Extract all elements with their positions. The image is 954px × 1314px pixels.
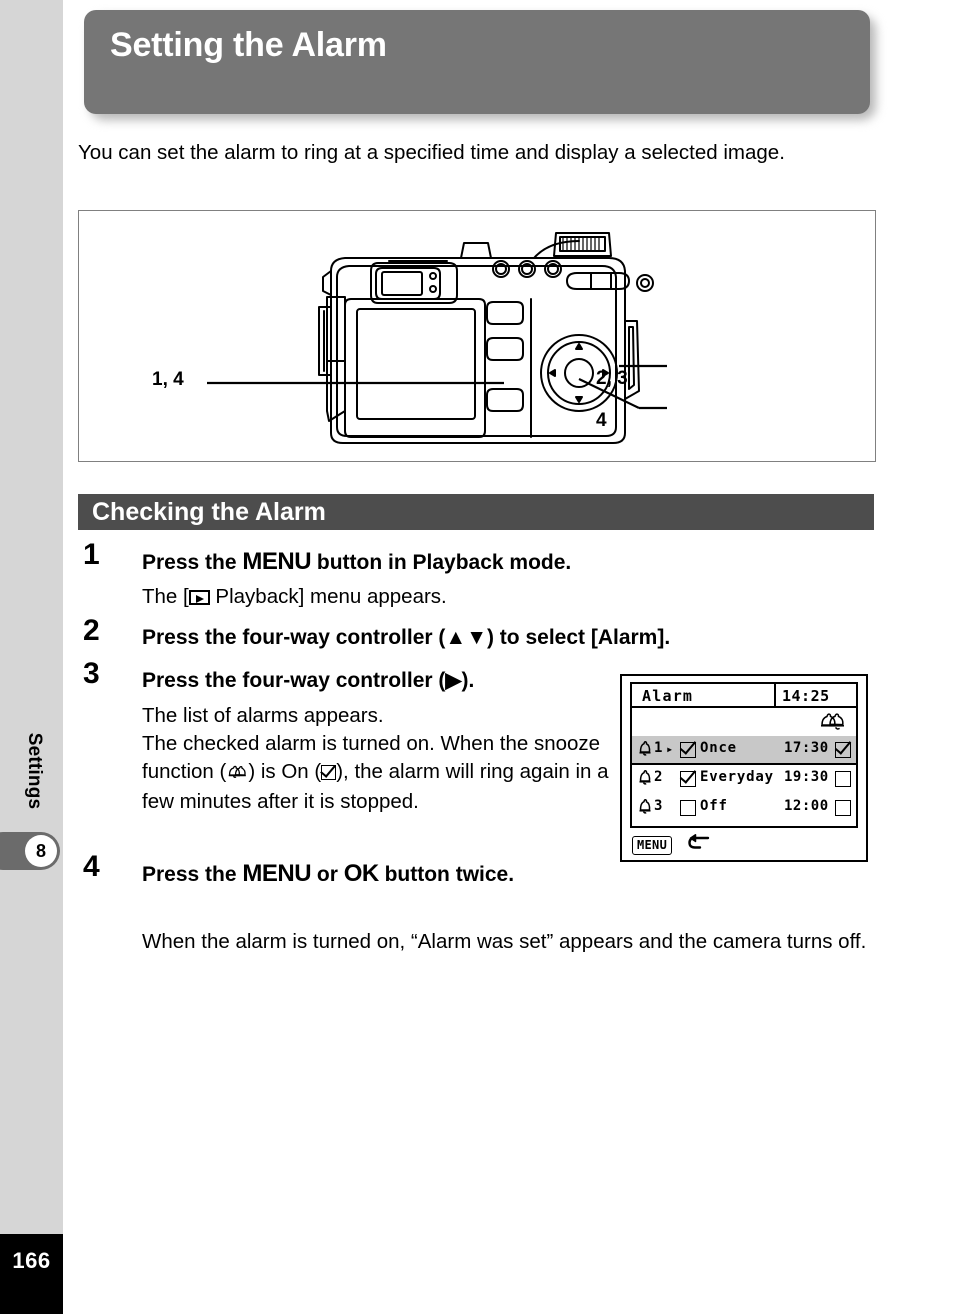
menu-button-label: MENU	[242, 548, 312, 575]
chapter-tab: 8	[0, 832, 60, 870]
alarm-list-panel: 1 ▸ Once 17:30 2 Everyday 19:30 3 Off 12…	[630, 706, 858, 828]
alarm-mode-label: Off	[700, 798, 728, 814]
alarm-row[interactable]: 3 Off 12:00	[632, 794, 856, 821]
step-4-heading-pre: Press the	[142, 863, 243, 886]
alarm-snooze-checkbox[interactable]	[835, 742, 851, 762]
checked-box-icon	[321, 765, 337, 780]
alarm-screen-titlebar: Alarm 14:25	[630, 682, 858, 708]
step-1-body: The [ Playback] menu appears.	[142, 583, 447, 611]
callout-4: 4	[596, 410, 607, 431]
step-1-heading-pre: Press the	[142, 551, 243, 574]
alarm-mode-label: Once	[700, 740, 737, 756]
alarm-time: 19:30	[784, 769, 829, 785]
alarm-row-index: 2	[654, 769, 663, 785]
chapter-sidebar: Settings 8	[0, 0, 63, 1234]
step-2-heading: Press the four-way controller (▲▼) to se…	[142, 626, 671, 649]
alarm-enabled-checkbox[interactable]	[680, 800, 696, 820]
menu-button-chip[interactable]: MENU	[632, 835, 673, 855]
alarm-row-index: 3	[654, 798, 663, 814]
alarm-screen-title: Alarm	[642, 687, 694, 705]
step-4-heading: Press the MENU or OK button twice.	[142, 857, 572, 892]
step-1-body-post: Playback] menu appears.	[209, 585, 447, 608]
step-4-number: 4	[83, 850, 100, 883]
alarm-enabled-checkbox[interactable]	[680, 742, 696, 762]
alarm-time: 17:30	[784, 740, 829, 756]
snooze-column-header-icon	[818, 711, 848, 737]
step-2-number: 2	[83, 614, 100, 647]
step-1-heading-post: button in Playback mode.	[311, 551, 572, 574]
step-1-number: 1	[83, 538, 100, 571]
camera-figure-box	[78, 210, 876, 462]
snooze-bells-icon	[226, 760, 248, 788]
step-3-number: 3	[83, 657, 100, 690]
step-3-body: The list of alarms appears. The checked …	[142, 702, 612, 816]
alarm-clock-tab: 14:25	[776, 682, 858, 708]
alarm-enabled-checkbox[interactable]	[680, 771, 696, 791]
section-header-title: Checking the Alarm	[92, 498, 326, 526]
ok-button-label: OK	[343, 860, 380, 887]
selection-marker-icon: ▸	[666, 742, 674, 756]
page-number-block: 166	[0, 1234, 63, 1314]
step-3-body-line2-b: ) is On (	[248, 760, 322, 783]
playback-icon	[188, 590, 210, 605]
bell-icon	[638, 769, 652, 790]
page-title: Setting the Alarm	[110, 26, 387, 64]
alarm-current-time: 14:25	[782, 687, 830, 705]
step-4-body: When the alarm is turned on, “Alarm was …	[142, 930, 867, 953]
alarm-row[interactable]: 2 Everyday 19:30	[632, 765, 856, 792]
step-3-heading: Press the four-way controller (▶).	[142, 669, 475, 692]
menu-button-label: MENU	[242, 860, 312, 887]
step-3-body-line1: The list of alarms appears.	[142, 704, 384, 727]
step-1-body-pre: The [	[142, 585, 189, 608]
alarm-snooze-checkbox[interactable]	[835, 771, 851, 791]
bell-icon	[638, 740, 652, 761]
alarm-row[interactable]: 1 ▸ Once 17:30	[632, 736, 856, 765]
alarm-title-tab: Alarm	[630, 682, 776, 708]
alarm-mode-label: Everyday	[700, 769, 774, 785]
callout-leader-lines	[207, 364, 667, 410]
intro-paragraph: You can set the alarm to ring at a speci…	[78, 141, 785, 164]
callout-1-4: 1, 4	[152, 369, 184, 390]
alarm-screen-footer: MENU	[632, 834, 711, 856]
step-1-heading: Press the MENU button in Playback mode.	[142, 545, 571, 580]
bell-icon	[638, 798, 652, 819]
chapter-label: Settings	[24, 732, 45, 810]
chapter-number-badge: 8	[25, 835, 57, 867]
alarm-time: 12:00	[784, 798, 829, 814]
page-number: 166	[12, 1248, 51, 1273]
alarm-snooze-checkbox[interactable]	[835, 800, 851, 820]
callout-2-3: 2, 3	[596, 368, 628, 389]
alarm-list-screen: Alarm 14:25 1 ▸ Once 17:30 2 Everyday 19…	[620, 674, 868, 862]
step-4-heading-post: button twice.	[378, 863, 515, 886]
step-4-heading-mid: or	[311, 863, 344, 886]
back-arrow-icon	[687, 834, 711, 856]
alarm-row-index: 1	[654, 740, 663, 756]
section-header-bar: Checking the Alarm	[78, 494, 874, 530]
title-banner: Setting the Alarm	[84, 10, 870, 114]
